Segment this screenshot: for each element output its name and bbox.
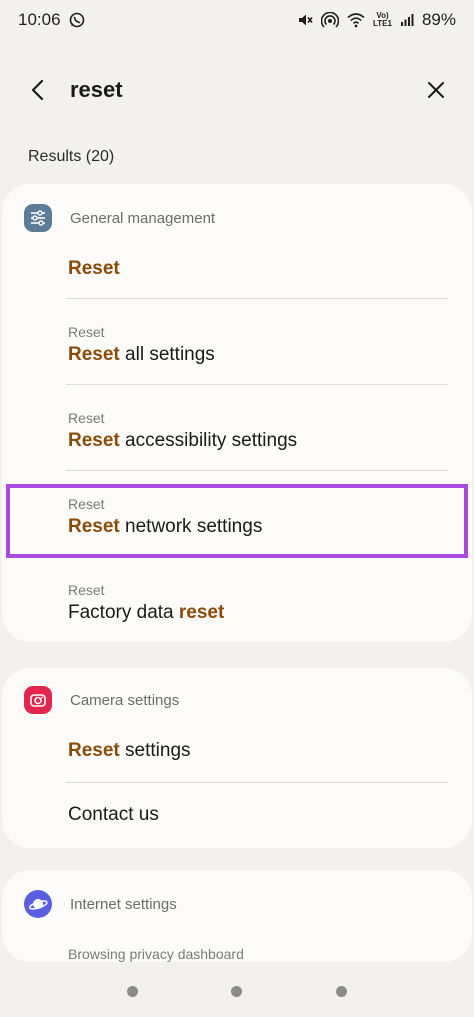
result-reset-accessibility-settings[interactable]: Reset Reset accessibility settings: [68, 410, 462, 452]
group-header: Internet settings: [24, 890, 177, 918]
signal-icon: [400, 13, 414, 27]
battery-percent: 89%: [421, 10, 456, 29]
result-group-general-management: General management Reset Reset Reset all…: [2, 184, 472, 642]
search-query[interactable]: reset: [70, 77, 420, 103]
mute-icon: [297, 12, 313, 28]
settings-search-screen: 10:06 Vo) LTE1 89% reset Results (20) Ge…: [0, 0, 474, 1017]
volte-line-2: LTE1: [373, 19, 392, 28]
result-browsing-privacy-dashboard[interactable]: Browsing privacy dashboard: [68, 946, 462, 962]
volte-indicator: Vo) LTE1: [373, 12, 392, 28]
result-label: Reset network settings: [68, 516, 263, 537]
result-breadcrumb: Reset: [68, 410, 105, 426]
result-label: Factory data reset: [68, 602, 225, 623]
divider: [66, 782, 448, 783]
result-reset[interactable]: Reset: [68, 258, 462, 280]
group-header: Camera settings: [24, 686, 179, 714]
result-label: Reset: [68, 258, 120, 279]
result-label: Reset accessibility settings: [68, 430, 298, 451]
results-count: Results (20): [28, 148, 115, 165]
status-bar: 10:06 Vo) LTE1 89%: [0, 0, 474, 40]
group-title: Internet settings: [70, 895, 177, 913]
result-reset-network-settings[interactable]: Reset Reset network settings: [68, 496, 462, 538]
whatsapp-icon: [69, 12, 85, 28]
result-reset-settings[interactable]: Reset settings: [68, 740, 462, 762]
back-button[interactable]: [22, 74, 54, 106]
divider: [66, 384, 448, 385]
planet-icon: [24, 890, 52, 918]
group-title: General management: [70, 209, 216, 227]
status-right: Vo) LTE1 89%: [297, 10, 456, 30]
group-header: General management: [24, 204, 215, 232]
divider: [66, 298, 448, 299]
divider: [66, 470, 448, 471]
result-breadcrumb: Reset: [68, 582, 105, 598]
clear-search-button[interactable]: [420, 74, 452, 106]
sliders-icon: [24, 204, 52, 232]
camera-icon: [24, 686, 52, 714]
status-time: 10:06: [18, 10, 61, 29]
hotspot-icon: [321, 12, 339, 28]
result-contact-us[interactable]: Contact us: [68, 804, 462, 826]
result-group-camera-settings: Camera settings Reset settings Contact u…: [2, 668, 472, 848]
navigation-bar: [0, 965, 474, 1017]
result-breadcrumb: Browsing privacy dashboard: [68, 946, 244, 962]
divider: [66, 556, 448, 557]
back-nav-button[interactable]: [336, 985, 348, 997]
status-left: 10:06: [18, 10, 85, 30]
wifi-icon: [347, 12, 365, 28]
result-label: Contact us: [68, 804, 159, 825]
close-icon: [428, 82, 444, 98]
home-button[interactable]: [231, 985, 243, 997]
result-label: Reset all settings: [68, 344, 215, 365]
chevron-left-icon: [31, 79, 44, 101]
result-reset-all-settings[interactable]: Reset Reset all settings: [68, 324, 462, 366]
result-breadcrumb: Reset: [68, 324, 105, 340]
result-factory-data-reset[interactable]: Reset Factory data reset: [68, 582, 462, 624]
result-label: Reset settings: [68, 740, 191, 761]
group-title: Camera settings: [70, 691, 180, 709]
result-group-internet-settings: Internet settings Browsing privacy dashb…: [2, 870, 472, 962]
result-breadcrumb: Reset: [68, 496, 105, 512]
search-header: reset: [0, 62, 474, 118]
recents-button[interactable]: [126, 985, 138, 997]
